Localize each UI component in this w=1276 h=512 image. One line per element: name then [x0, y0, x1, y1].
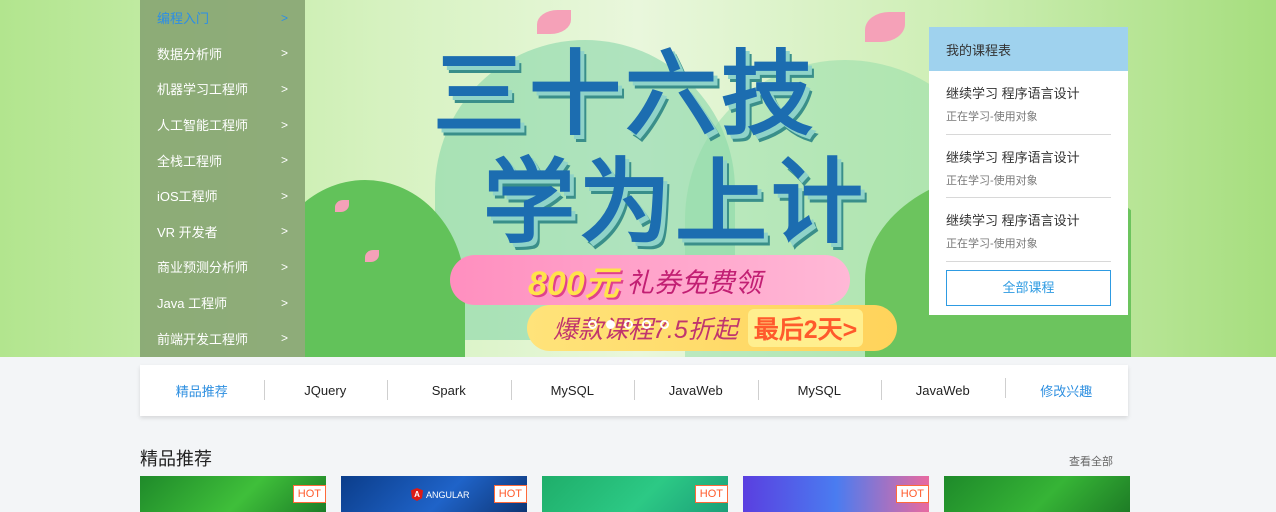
chevron-right-icon: >: [280, 295, 288, 310]
category-item[interactable]: Java 工程师 >: [140, 285, 305, 321]
my-courses-panel: 我的课程表 继续学习 程序语言设计 正在学习-使用对象 继续学习 程序语言设计 正在学…: [929, 27, 1128, 315]
carousel-dot[interactable]: [588, 320, 597, 329]
banner-headline-line2: 学为上计: [483, 149, 868, 256]
category-item[interactable]: iOS工程师 >: [140, 178, 305, 214]
chevron-right-icon: >: [280, 224, 288, 239]
category-label: 编程入门: [157, 11, 210, 27]
hero-banner[interactable]: 三十六技 学为上计 800元 礼券免费领 爆款课程7.5折起 最后2天> 编程入…: [0, 0, 1276, 357]
carousel-dot[interactable]: [642, 320, 651, 329]
view-all-link[interactable]: 查看全部: [1069, 453, 1113, 469]
my-course-item[interactable]: 继续学习 程序语言设计 正在学习-使用对象: [946, 198, 1111, 262]
category-sidebar: 编程入门 > 数据分析师 > 机器学习工程师 > 人工智能工程师 > 全栈工程师 > iOS工程师 >…: [140, 0, 305, 357]
interest-tag[interactable]: JavaWeb: [634, 380, 758, 400]
chevron-right-icon: >: [280, 46, 288, 61]
chevron-right-icon: >: [280, 331, 288, 346]
course-brand-text: ANGULAR: [426, 489, 470, 500]
category-label: iOS工程师: [157, 189, 218, 205]
category-label: Java 工程师: [157, 296, 228, 312]
my-course-item[interactable]: 继续学习 程序语言设计 正在学习-使用对象: [946, 71, 1111, 135]
carousel-dot[interactable]: [606, 320, 615, 329]
promo-amount: 800元: [528, 264, 619, 303]
chevron-right-icon: >: [280, 10, 288, 25]
chevron-right-icon: >: [280, 153, 288, 168]
interest-tag[interactable]: MySQL: [757, 380, 882, 400]
course-card[interactable]: HOT: [743, 476, 929, 512]
my-course-item[interactable]: 继续学习 程序语言设计 正在学习-使用对象: [946, 135, 1111, 198]
category-label: 数据分析师: [157, 46, 223, 62]
category-label: 商业预测分析师: [157, 260, 249, 276]
interest-tag[interactable]: JavaWeb: [881, 380, 1005, 400]
my-course-title: 继续学习 程序语言设计: [946, 149, 1080, 165]
course-card[interactable]: [944, 476, 1130, 512]
my-courses-title: 我的课程表: [929, 27, 1128, 71]
carousel-dot[interactable]: [624, 320, 633, 329]
carousel-dot[interactable]: [660, 320, 669, 329]
category-label: 机器学习工程师: [157, 82, 249, 98]
my-course-title: 继续学习 程序语言设计: [946, 213, 1080, 228]
category-label: 人工智能工程师: [157, 118, 249, 134]
category-label: 前端开发工程师: [157, 331, 249, 347]
promo-text: 礼券免费领: [626, 267, 762, 298]
petal-decoration: [865, 12, 905, 42]
my-course-title: 继续学习 程序语言设计: [946, 86, 1080, 101]
category-item[interactable]: 人工智能工程师 >: [140, 107, 305, 143]
chevron-right-icon: >: [280, 117, 288, 132]
interest-tag[interactable]: 精品推荐: [140, 381, 264, 400]
interest-tag[interactable]: Spark: [387, 380, 511, 400]
angular-logo-icon: A: [411, 488, 423, 501]
course-card[interactable]: HOT: [140, 476, 326, 512]
my-course-status: 正在学习-使用对象: [946, 111, 1038, 123]
interest-tag[interactable]: JQuery: [263, 380, 388, 400]
angular-brand: A ANGULAR: [411, 488, 470, 501]
category-item[interactable]: 编程入门 >: [140, 0, 305, 36]
category-label: 全栈工程师: [157, 153, 223, 169]
promo-coupon-banner[interactable]: 800元 礼券免费领: [450, 255, 850, 305]
hot-badge: HOT: [694, 485, 728, 503]
category-item[interactable]: 商业预测分析师 >: [140, 249, 305, 285]
hot-badge: HOT: [292, 485, 326, 503]
featured-course-cards: HOT A ANGULAR HOT HOT HOT: [140, 476, 1130, 512]
interest-tag-bar: 精品推荐 JQuery Spark MySQL JavaWeb MySQL JavaWeb 修…: [140, 365, 1128, 416]
category-item[interactable]: 全栈工程师 >: [140, 142, 305, 178]
my-course-status: 正在学习-使用对象: [946, 174, 1038, 187]
edit-interests-link[interactable]: 修改兴趣: [1004, 378, 1129, 400]
interest-tag[interactable]: MySQL: [510, 380, 635, 400]
all-courses-button[interactable]: 全部课程: [946, 269, 1111, 306]
hot-badge: HOT: [493, 485, 527, 503]
promo-deadline-badge: 最后2天>: [747, 309, 864, 347]
category-item[interactable]: 数据分析师 >: [140, 36, 305, 72]
chevron-right-icon: >: [280, 259, 288, 274]
hot-badge: HOT: [895, 485, 929, 503]
my-courses-list: 继续学习 程序语言设计 正在学习-使用对象 继续学习 程序语言设计 正在学习-使用对象…: [929, 71, 1128, 262]
course-card[interactable]: A ANGULAR HOT: [341, 476, 527, 512]
chevron-right-icon: >: [280, 81, 288, 96]
course-card[interactable]: HOT: [542, 476, 728, 512]
category-item[interactable]: 机器学习工程师 >: [140, 71, 305, 107]
category-item[interactable]: 前端开发工程师 >: [140, 320, 305, 356]
chevron-right-icon: >: [280, 188, 288, 203]
promo-discount-banner[interactable]: 爆款课程7.5折起 最后2天>: [527, 305, 897, 351]
category-label: VR 开发者: [157, 224, 218, 240]
featured-section-title: 精品推荐: [140, 449, 212, 469]
my-course-status: 正在学习-使用对象: [946, 238, 1038, 250]
category-item[interactable]: VR 开发者 >: [140, 214, 305, 250]
carousel-indicators: [588, 320, 669, 329]
